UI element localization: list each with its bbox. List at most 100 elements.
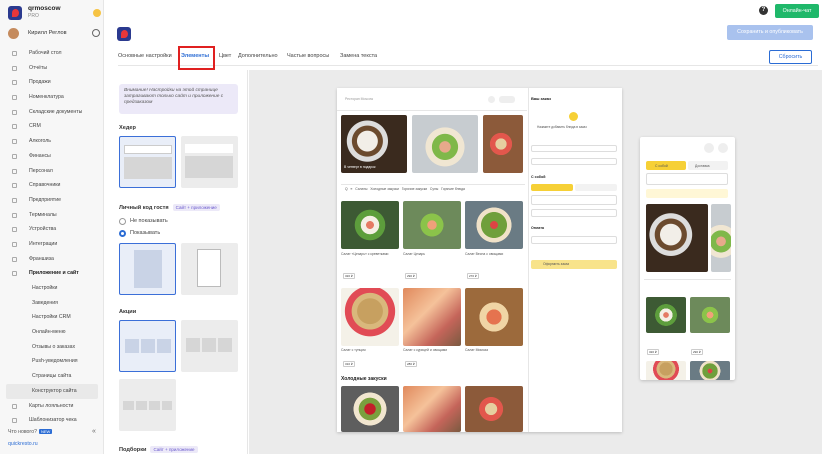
promo-image-2[interactable]	[412, 115, 478, 173]
mobile-dish-image-3[interactable]	[646, 361, 686, 380]
payment-label: Оплата	[531, 226, 545, 230]
sidebar-item[interactable]: Финансы	[0, 149, 104, 164]
tab-text-replace[interactable]: Замена текста	[340, 53, 377, 59]
menu-icon	[12, 241, 17, 247]
sidebar-item[interactable]: Продажи	[0, 75, 104, 90]
user-profile[interactable]: Кирилл Реглов	[6, 28, 102, 40]
pickup-toggle[interactable]	[531, 184, 573, 191]
dish-price-5[interactable]: 280 ₽	[405, 361, 417, 367]
sidebar-item[interactable]: Отзывы о заказах	[0, 340, 104, 355]
help-icon[interactable]: ?	[759, 6, 768, 15]
tab-basic[interactable]: Основные настройки	[118, 53, 172, 59]
guest-code-option-1[interactable]	[119, 243, 176, 295]
new-badge: NEW	[38, 429, 53, 434]
menu-icon	[12, 271, 17, 277]
online-chat-button[interactable]: Онлайн-чат	[775, 4, 819, 18]
mobile-promo-image-2[interactable]	[711, 204, 731, 272]
mobile-dish-image-1[interactable]	[646, 297, 686, 333]
radio-show[interactable]	[119, 230, 126, 237]
sidebar-item[interactable]: Карты лояльности	[0, 399, 104, 414]
sidebar-item-label: Персонал	[29, 167, 53, 174]
collections-chip: Сайт + приложение	[150, 446, 198, 453]
menu-icon	[12, 80, 17, 86]
mobile-dish-image-4[interactable]	[690, 361, 730, 380]
sidebar-item[interactable]: Настройки CRM	[0, 310, 104, 325]
dish-image-7[interactable]	[341, 386, 399, 432]
save-publish-button[interactable]: Сохранить и опубликовать	[727, 25, 813, 40]
sidebar-item[interactable]: Страницы сайта	[0, 369, 104, 384]
sidebar-item[interactable]: Франшиза	[0, 252, 104, 267]
menu-icon	[12, 153, 17, 159]
sidebar-item[interactable]: CRM	[0, 119, 104, 134]
promos-section-title: Акции	[119, 309, 137, 315]
mobile-dish-price-2[interactable]: 290 ₽	[691, 349, 703, 355]
sidebar-item[interactable]: Персонал	[0, 164, 104, 179]
tab-faq[interactable]: Частые вопросы	[287, 53, 329, 59]
sidebar-item[interactable]: Push-уведомления	[0, 354, 104, 369]
order-button-label: Оформить заказ	[543, 262, 570, 266]
dish-image-8[interactable]	[403, 386, 461, 432]
promos-option-1[interactable]	[119, 320, 176, 372]
sidebar-item[interactable]: Заведения	[0, 296, 104, 311]
sidebar-item-label: Складские документы	[29, 108, 83, 115]
promo-image-3[interactable]	[483, 115, 523, 173]
site-url-link[interactable]: quickresto.ru	[8, 441, 38, 447]
sidebar-item[interactable]: Шаблонизатор чека	[0, 413, 104, 428]
dish-image-9[interactable]	[465, 386, 523, 432]
dish-price-3[interactable]: 270 ₽	[467, 273, 479, 279]
theme-toggle-icon[interactable]	[93, 9, 101, 17]
tab-color[interactable]: Цвет	[219, 53, 231, 59]
sidebar-item[interactable]: Терминалы	[0, 208, 104, 223]
promos-option-2[interactable]	[181, 320, 238, 372]
menu-icon	[12, 124, 17, 130]
reset-button[interactable]: Сбросить	[769, 50, 812, 64]
sidebar-item[interactable]: Алкоголь	[0, 134, 104, 149]
sidebar-item[interactable]: Складские документы	[0, 105, 104, 120]
dish-image-4[interactable]	[341, 288, 399, 346]
header-option-2[interactable]	[181, 136, 238, 188]
promos-option-3[interactable]	[119, 379, 176, 431]
sidebar-item[interactable]: Рабочий стол	[0, 46, 104, 61]
dish-image-1[interactable]	[341, 201, 399, 249]
gear-icon[interactable]	[92, 29, 100, 37]
sidebar-item[interactable]: Настройки	[0, 281, 104, 296]
guest-code-option-2[interactable]	[181, 243, 238, 295]
sidebar-item[interactable]: Конструктор сайта	[6, 383, 98, 399]
menu-icon	[12, 227, 17, 233]
sidebar-item-label: Отзывы о заказах	[32, 343, 76, 350]
sidebar-item-label: Предприятие	[29, 196, 61, 203]
dish-price-4[interactable]: 310 ₽	[343, 361, 355, 367]
dish-price-2[interactable]: 290 ₽	[405, 273, 417, 279]
sidebar-item[interactable]: Предприятие	[0, 193, 104, 208]
collapse-sidebar-button[interactable]: «	[92, 428, 96, 435]
dish-image-3[interactable]	[465, 201, 523, 249]
mobile-dish-price-1[interactable]: 320 ₽	[647, 349, 659, 355]
sidebar-item-label: Карты лояльности	[29, 402, 74, 409]
sidebar-item[interactable]: Устройства	[0, 222, 104, 237]
radio-hide[interactable]	[119, 218, 126, 225]
mobile-dish-image-2[interactable]	[690, 297, 730, 333]
whats-new-link[interactable]: Что нового? NEW	[8, 429, 53, 435]
dish-image-6[interactable]	[465, 288, 523, 346]
sidebar-item-label: Настройки CRM	[32, 314, 71, 321]
sidebar-item-label: Рабочий стол	[29, 50, 62, 56]
dish-image-5[interactable]	[403, 288, 461, 346]
brand-logo	[8, 6, 22, 20]
sidebar-item[interactable]: Онлайн-меню	[0, 325, 104, 340]
mobile-promo-image[interactable]	[646, 204, 708, 272]
guest-code-title: Личный код гостя Сайт + приложение	[119, 204, 220, 211]
brand[interactable]: qrmoscow PRO	[6, 4, 102, 22]
sidebar-item[interactable]: Приложение и сайт	[0, 266, 104, 281]
dish-price-1[interactable]: 320 ₽	[343, 273, 355, 279]
tab-advanced[interactable]: Дополнительно	[238, 53, 278, 59]
brand-plan: PRO	[28, 13, 39, 19]
sidebar-item[interactable]: Отчёты	[0, 61, 104, 76]
sidebar-item[interactable]: Интеграции	[0, 237, 104, 252]
radio-hide-label: Не показывать	[130, 218, 168, 224]
sidebar-item[interactable]: Справочники	[0, 178, 104, 193]
sidebar-item[interactable]: Номенклатура	[0, 90, 104, 105]
menu-icon	[12, 95, 17, 101]
header-option-1[interactable]	[119, 136, 176, 188]
dish-image-2[interactable]	[403, 201, 461, 249]
menu-icon	[12, 65, 17, 71]
